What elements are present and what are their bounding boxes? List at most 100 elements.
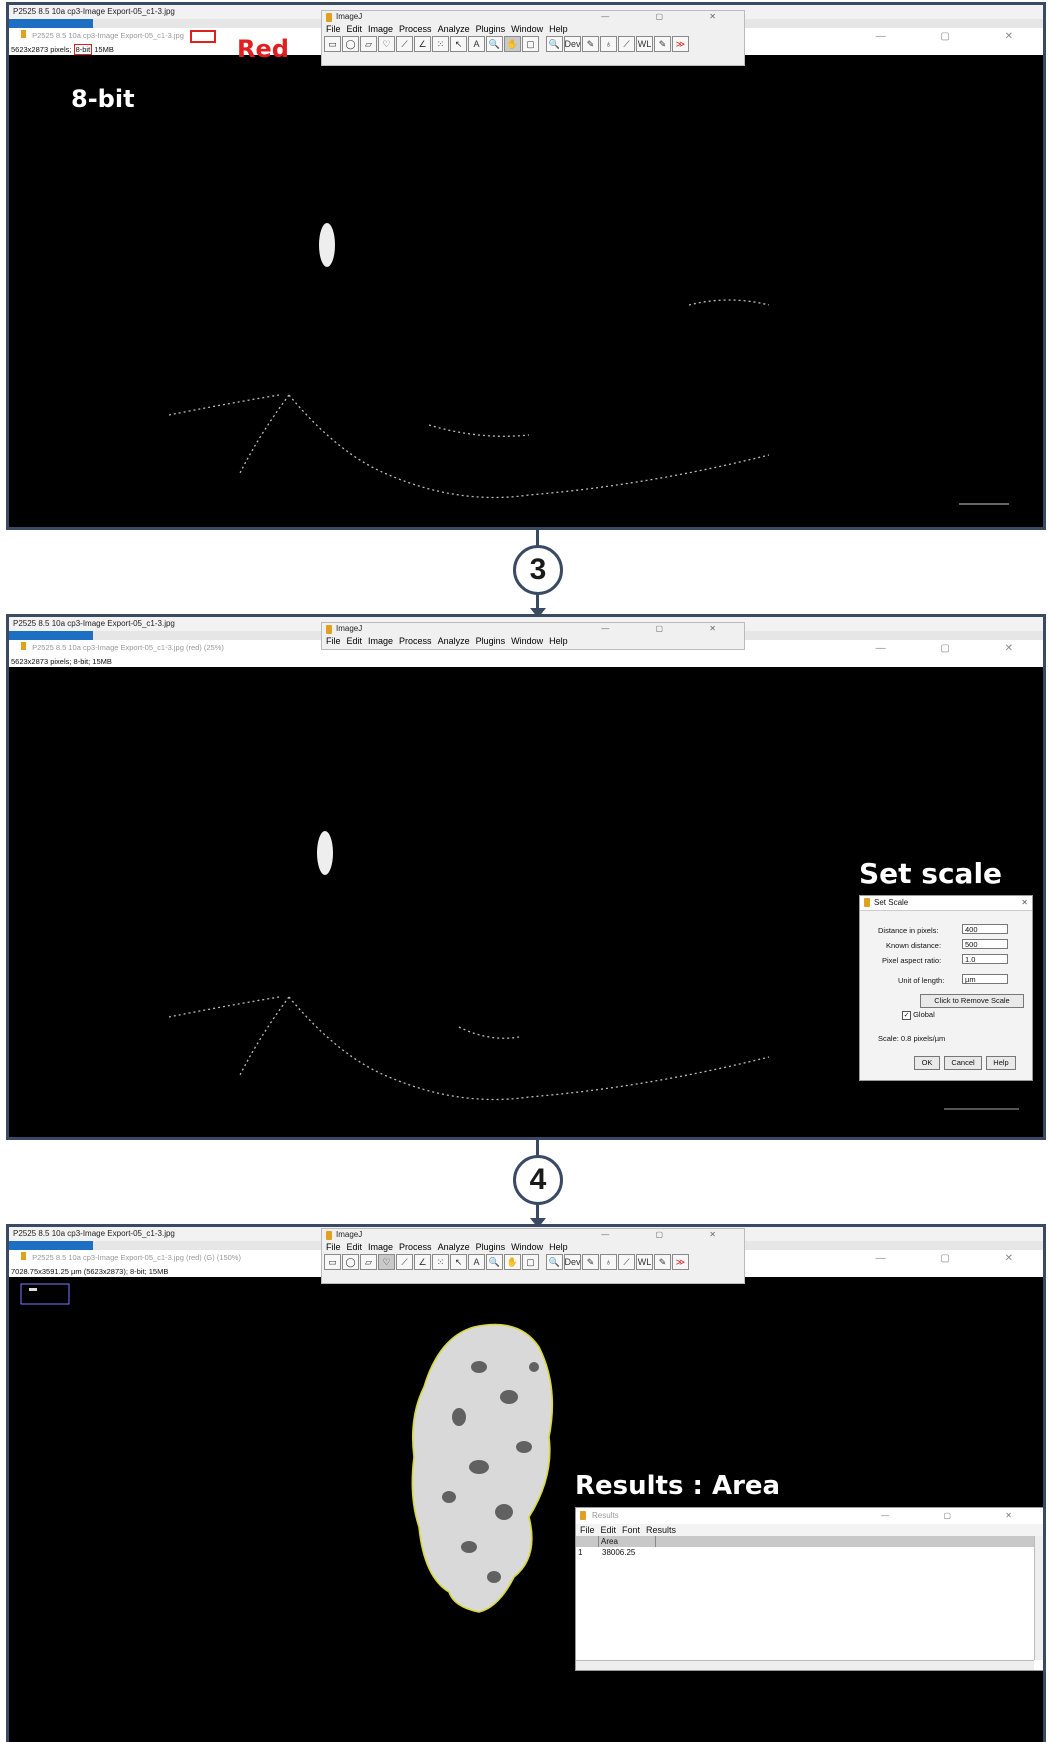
point-tool-icon[interactable]: ⁙ bbox=[432, 1254, 449, 1270]
menu-edit[interactable]: Edit bbox=[347, 1242, 363, 1252]
hand-tool-icon[interactable]: ✋ bbox=[504, 36, 521, 52]
column-header-area[interactable]: Area bbox=[598, 1536, 656, 1547]
ok-button[interactable]: OK bbox=[914, 1056, 940, 1070]
set-scale-dialog: Set Scale ✕ Distance in pixels: 400 Know… bbox=[859, 895, 1033, 1081]
paint-tool-icon[interactable]: ✎ bbox=[654, 1254, 671, 1270]
menu-plugins[interactable]: Plugins bbox=[476, 1242, 506, 1252]
brush-tool-icon[interactable]: ♁ bbox=[600, 1254, 617, 1270]
polygon-tool-icon[interactable]: ▱ bbox=[360, 36, 377, 52]
menu-help[interactable]: Help bbox=[549, 636, 568, 646]
imagej-toolbar-window: ImageJ — ▢ ✕ File Edit Image Process Analyze… bbox=[321, 10, 745, 66]
wl-tool-icon[interactable]: WL bbox=[636, 1254, 653, 1270]
window-controls[interactable]: — ▢ ✕ bbox=[881, 1508, 1038, 1524]
more-tools-icon[interactable]: ≫ bbox=[672, 36, 689, 52]
developer-menu-icon[interactable]: Dev bbox=[564, 1254, 581, 1270]
zoom-tool-icon[interactable]: 🔍 bbox=[546, 36, 563, 52]
image-title-text: P2525 8.5 10a cp3-Image Export-05_c1-3.j… bbox=[32, 643, 224, 652]
point-tool-icon[interactable]: ⁙ bbox=[432, 36, 449, 52]
line-tool-icon[interactable]: ⟋ bbox=[396, 36, 413, 52]
global-checkbox[interactable]: ✓ Global bbox=[902, 1010, 935, 1020]
imagej-menubar: File Edit Image Process Analyze Plugins Window… bbox=[322, 23, 744, 35]
menu-window[interactable]: Window bbox=[511, 1242, 543, 1252]
line-tool-icon[interactable]: ⟋ bbox=[396, 1254, 413, 1270]
brush-tool-icon[interactable]: ♁ bbox=[600, 36, 617, 52]
wl-tool-icon[interactable]: WL bbox=[636, 36, 653, 52]
menu-help[interactable]: Help bbox=[549, 1242, 568, 1252]
distance-pixels-field[interactable]: 400 bbox=[962, 924, 1008, 934]
menu-window[interactable]: Window bbox=[511, 636, 543, 646]
oval-tool-icon[interactable]: ◯ bbox=[342, 1254, 359, 1270]
close-icon[interactable]: ✕ bbox=[1021, 896, 1028, 910]
menu-analyze[interactable]: Analyze bbox=[438, 1242, 470, 1252]
fluorescence-image[interactable] bbox=[9, 55, 1043, 527]
zoom-tool-icon[interactable]: 🔍 bbox=[546, 1254, 563, 1270]
arrow-tool-icon[interactable]: ⟋ bbox=[618, 1254, 635, 1270]
menu-process[interactable]: Process bbox=[399, 1242, 432, 1252]
rectangle-tool-icon[interactable]: ▭ bbox=[324, 1254, 341, 1270]
menu-process[interactable]: Process bbox=[399, 24, 432, 34]
unit-label: Unit of length: bbox=[898, 976, 945, 985]
menu-file[interactable]: File bbox=[326, 24, 341, 34]
checkbox-checked-icon[interactable]: ✓ bbox=[902, 1011, 911, 1020]
results-menu-font[interactable]: Font bbox=[622, 1525, 640, 1535]
menu-file[interactable]: File bbox=[326, 1242, 341, 1252]
menu-analyze[interactable]: Analyze bbox=[438, 24, 470, 34]
cancel-button[interactable]: Cancel bbox=[944, 1056, 982, 1070]
more-tools-icon[interactable]: ≫ bbox=[672, 1254, 689, 1270]
dropper-tool-icon[interactable]: ▢ bbox=[522, 36, 539, 52]
info-bit-depth: 8-bit bbox=[73, 44, 93, 55]
menu-window[interactable]: Window bbox=[511, 24, 543, 34]
rectangle-tool-icon[interactable]: ▭ bbox=[324, 36, 341, 52]
unit-field[interactable]: µm bbox=[962, 974, 1008, 984]
table-row[interactable]: 1 38006.25 bbox=[576, 1547, 1034, 1558]
window-controls[interactable]: — ▢ ✕ bbox=[601, 623, 738, 635]
window-controls[interactable]: — ▢ ✕ bbox=[601, 1229, 738, 1241]
menu-image[interactable]: Image bbox=[368, 24, 393, 34]
progress-bar bbox=[9, 1241, 93, 1250]
menu-analyze[interactable]: Analyze bbox=[438, 636, 470, 646]
menu-process[interactable]: Process bbox=[399, 636, 432, 646]
window-controls[interactable]: — ▢ ✕ bbox=[876, 31, 1039, 42]
angle-tool-icon[interactable]: ∠ bbox=[414, 36, 431, 52]
angle-tool-icon[interactable]: ∠ bbox=[414, 1254, 431, 1270]
menu-plugins[interactable]: Plugins bbox=[476, 636, 506, 646]
hand-tool-icon[interactable]: ✋ bbox=[504, 1254, 521, 1270]
results-menu-edit[interactable]: Edit bbox=[601, 1525, 617, 1535]
magnifier-tool-icon[interactable]: 🔍 bbox=[486, 1254, 503, 1270]
wand-tool-icon[interactable]: ↖ bbox=[450, 36, 467, 52]
help-button[interactable]: Help bbox=[986, 1056, 1016, 1070]
menu-image[interactable]: Image bbox=[368, 1242, 393, 1252]
window-controls[interactable]: — ▢ ✕ bbox=[876, 1253, 1039, 1264]
menu-plugins[interactable]: Plugins bbox=[476, 24, 506, 34]
known-distance-field[interactable]: 500 bbox=[962, 939, 1008, 949]
horizontal-scrollbar[interactable] bbox=[576, 1660, 1034, 1670]
results-menu-file[interactable]: File bbox=[580, 1525, 595, 1535]
polygon-tool-icon[interactable]: ▱ bbox=[360, 1254, 377, 1270]
text-tool-icon[interactable]: A bbox=[468, 36, 485, 52]
arrow-tool-icon[interactable]: ⟋ bbox=[618, 36, 635, 52]
paint-tool-icon[interactable]: ✎ bbox=[654, 36, 671, 52]
menu-file[interactable]: File bbox=[326, 636, 341, 646]
dropper-tool-icon[interactable]: ▢ bbox=[522, 1254, 539, 1270]
oval-tool-icon[interactable]: ◯ bbox=[342, 36, 359, 52]
menu-help[interactable]: Help bbox=[549, 24, 568, 34]
pencil-tool-icon[interactable]: ✎ bbox=[582, 1254, 599, 1270]
image-title-text: P2525 8.5 10a cp3-Image Export-05_c1-3.j… bbox=[32, 1253, 241, 1262]
window-controls[interactable]: — ▢ ✕ bbox=[876, 643, 1039, 654]
aspect-ratio-field[interactable]: 1.0 bbox=[962, 954, 1008, 964]
magnifier-tool-icon[interactable]: 🔍 bbox=[486, 36, 503, 52]
menu-edit[interactable]: Edit bbox=[347, 24, 363, 34]
menu-edit[interactable]: Edit bbox=[347, 636, 363, 646]
remove-scale-button[interactable]: Click to Remove Scale bbox=[920, 994, 1024, 1008]
freehand-tool-icon[interactable]: ♡ bbox=[378, 36, 395, 52]
developer-menu-icon[interactable]: Dev bbox=[564, 36, 581, 52]
freehand-tool-icon[interactable]: ♡ bbox=[378, 1254, 395, 1270]
pencil-tool-icon[interactable]: ✎ bbox=[582, 36, 599, 52]
vertical-scrollbar[interactable] bbox=[1034, 1536, 1043, 1660]
aspect-ratio-label: Pixel aspect ratio: bbox=[882, 956, 942, 965]
window-controls[interactable]: — ▢ ✕ bbox=[601, 11, 738, 23]
results-menu-results[interactable]: Results bbox=[646, 1525, 676, 1535]
text-tool-icon[interactable]: A bbox=[468, 1254, 485, 1270]
wand-tool-icon[interactable]: ↖ bbox=[450, 1254, 467, 1270]
menu-image[interactable]: Image bbox=[368, 636, 393, 646]
